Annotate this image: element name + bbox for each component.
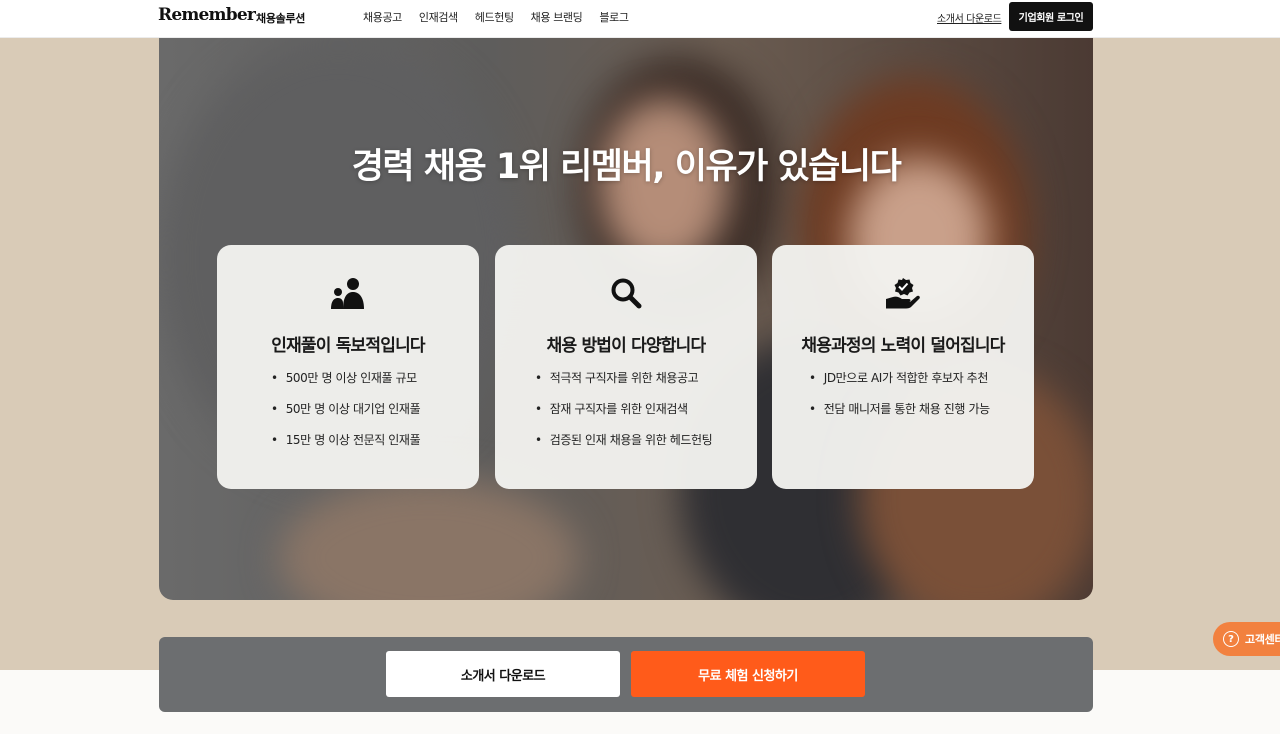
card-title: 채용 방법이 다양합니다 (546, 336, 706, 356)
hero-section: 경력 채용 1위 리멤버, 이유가 있습니다 인재풀이 독보적입니다 • 500만… (159, 38, 1093, 600)
search-icon (495, 277, 757, 309)
list-item: • JD만으로 AI가 적합한 후보자 추천 (809, 371, 988, 385)
list-item: • 500만 명 이상 인재풀 규모 (271, 371, 417, 385)
remember-logo[interactable]: Remember (158, 5, 256, 25)
verified-hand-icon (772, 277, 1034, 309)
list-item: • 검증된 인재 채용을 위한 헤드헌팅 (535, 433, 713, 447)
card-title: 채용과정의 노력이 덜어집니다 (801, 336, 1005, 356)
feature-card-hiring-methods: 채용 방법이 다양합니다 • 적극적 구직자를 위한 채용공고 • 잠재 구직자를 … (495, 245, 757, 489)
support-label: 고객센터 (1245, 633, 1280, 646)
hero-photo-blur (279, 478, 579, 600)
cta-bar: 소개서 다운로드 무료 체험 신청하기 (159, 637, 1093, 712)
logo-subtitle[interactable]: 채용솔루션 (256, 10, 305, 26)
business-login-button[interactable]: 기업회원 로그인 (1009, 2, 1093, 31)
list-item: • 50만 명 이상 대기업 인재풀 (271, 402, 421, 416)
list-item: • 잠재 구직자를 위한 인재검색 (535, 402, 688, 416)
nav-item-jobs[interactable]: 채용공고 (363, 9, 402, 25)
list-item: • 적극적 구직자를 위한 채용공고 (535, 371, 699, 385)
list-item: • 15만 명 이상 전문직 인재풀 (271, 433, 421, 447)
nav-item-talent-search[interactable]: 인재검색 (419, 9, 458, 25)
card-title: 인재풀이 독보적입니다 (271, 336, 425, 356)
people-icon (217, 277, 479, 309)
main-nav: 채용공고 인재검색 헤드헌팅 채용 브랜딩 블로그 (363, 9, 646, 25)
customer-support-button[interactable]: ? 고객센터 (1213, 622, 1280, 656)
nav-item-headhunting[interactable]: 헤드헌팅 (475, 9, 514, 25)
nav-item-blog[interactable]: 블로그 (599, 9, 629, 25)
card-feature-list: • 500만 명 이상 인재풀 규모 • 50만 명 이상 대기업 인재풀 • 15만… (217, 371, 479, 464)
download-brochure-link[interactable]: 소개서 다운로드 (937, 10, 1002, 25)
feature-card-less-effort: 채용과정의 노력이 덜어집니다 • JD만으로 AI가 적합한 후보자 추천 • 전… (772, 245, 1034, 489)
nav-item-branding[interactable]: 채용 브랜딩 (531, 9, 583, 25)
hero-title: 경력 채용 1위 리멤버, 이유가 있습니다 (351, 147, 902, 187)
top-navigation-bar: Remember 채용솔루션 채용공고 인재검색 헤드헌팅 채용 브랜딩 블로그… (0, 0, 1280, 38)
card-feature-list: • JD만으로 AI가 적합한 후보자 추천 • 전담 매니저를 통한 채용 진행 … (772, 371, 1034, 433)
help-icon: ? (1223, 631, 1239, 647)
card-feature-list: • 적극적 구직자를 위한 채용공고 • 잠재 구직자를 위한 인재검색 • 검증된 … (495, 371, 757, 464)
list-item: • 전담 매니저를 통한 채용 진행 가능 (809, 402, 990, 416)
download-brochure-button[interactable]: 소개서 다운로드 (386, 651, 620, 697)
feature-card-talent-pool: 인재풀이 독보적입니다 • 500만 명 이상 인재풀 규모 • 50만 명 이상 … (217, 245, 479, 489)
free-trial-button[interactable]: 무료 체험 신청하기 (631, 651, 865, 697)
